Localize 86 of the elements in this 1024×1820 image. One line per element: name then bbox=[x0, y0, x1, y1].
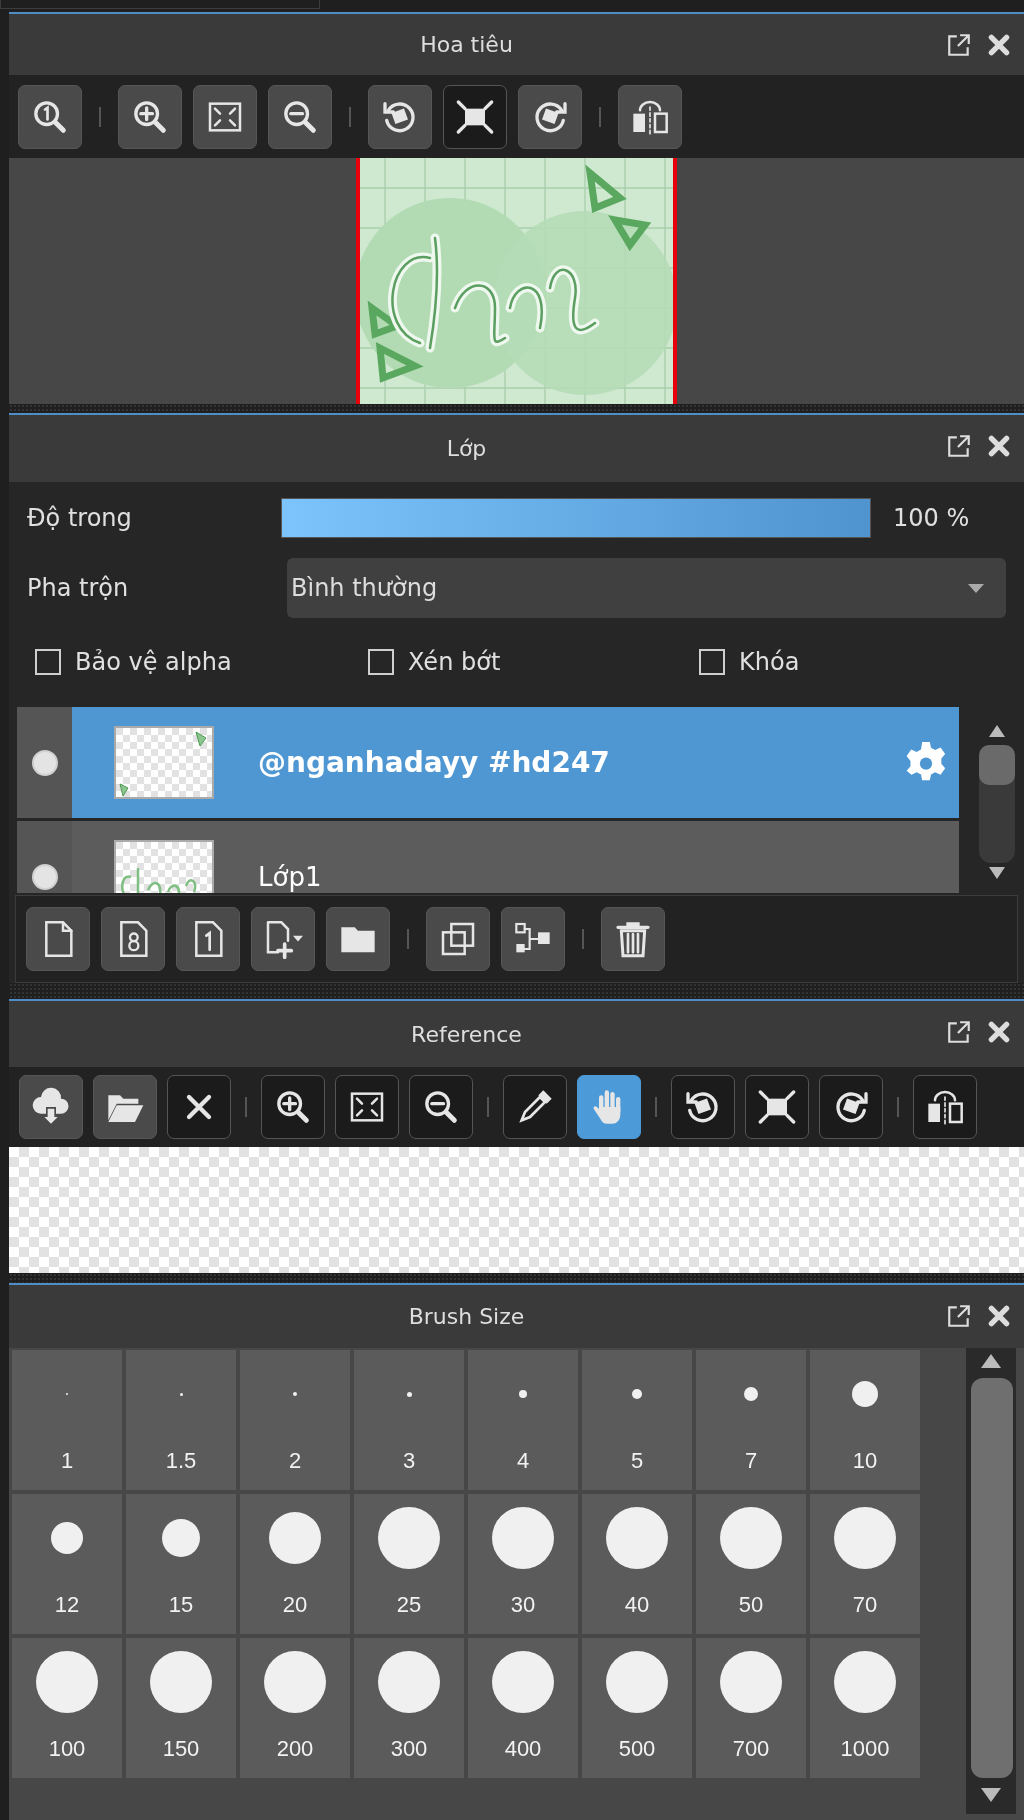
hand-button[interactable] bbox=[577, 1075, 641, 1139]
visibility-toggle[interactable] bbox=[31, 749, 58, 776]
brush-size-preset[interactable]: 300 bbox=[354, 1638, 464, 1778]
brush-size-preset[interactable]: 3 bbox=[354, 1350, 464, 1490]
zoom-actual-button[interactable] bbox=[18, 84, 82, 149]
merge-button[interactable] bbox=[501, 907, 565, 971]
add-menu-button[interactable] bbox=[251, 907, 315, 971]
delete-icon bbox=[613, 919, 653, 959]
dropdown-arrow-icon bbox=[966, 582, 986, 594]
blend-label: Pha trộn bbox=[27, 574, 130, 602]
close-icon[interactable] bbox=[986, 1019, 1012, 1045]
delete-button[interactable] bbox=[601, 907, 665, 971]
brush-size-preset[interactable]: 500 bbox=[582, 1638, 692, 1778]
layer-name: Lớp1 bbox=[258, 861, 323, 892]
brush-size-preset[interactable]: 25 bbox=[354, 1494, 464, 1634]
opacity-slider[interactable] bbox=[281, 498, 871, 538]
zoom-in-button[interactable] bbox=[261, 1075, 325, 1139]
brush-size-preset[interactable]: 10 bbox=[810, 1350, 920, 1490]
fit-button[interactable] bbox=[193, 84, 257, 149]
checkbox[interactable] bbox=[35, 649, 61, 675]
brush-size-preset[interactable]: 2 bbox=[240, 1350, 350, 1490]
flip-button[interactable] bbox=[913, 1075, 977, 1139]
brush-size-preset[interactable]: 5 bbox=[582, 1350, 692, 1490]
rotate-right-button[interactable] bbox=[518, 84, 582, 149]
close-icon[interactable] bbox=[986, 1303, 1012, 1329]
brush-size-preset[interactable]: 50 bbox=[696, 1494, 806, 1634]
brush-size-preset[interactable]: 1.5 bbox=[126, 1350, 236, 1490]
popout-icon[interactable] bbox=[946, 32, 972, 58]
layer-row[interactable]: Lớp1 bbox=[17, 821, 959, 893]
zoom-in-button[interactable] bbox=[118, 84, 182, 149]
new-layer-button[interactable] bbox=[26, 907, 90, 971]
folder-button[interactable] bbox=[326, 907, 390, 971]
fullscreen-button[interactable] bbox=[745, 1075, 809, 1139]
rotate-left-button[interactable] bbox=[671, 1075, 735, 1139]
checkbox[interactable] bbox=[368, 649, 394, 675]
brush-size-preset[interactable]: 700 bbox=[696, 1638, 806, 1778]
fullscreen-button[interactable] bbox=[443, 84, 507, 149]
brush-size-preset[interactable]: 40 bbox=[582, 1494, 692, 1634]
checkbox-label: Khóa bbox=[739, 648, 800, 676]
zoom-out-button[interactable] bbox=[268, 84, 332, 149]
duplicate-button[interactable] bbox=[426, 907, 490, 971]
brush-size-preset[interactable]: 200 bbox=[240, 1638, 350, 1778]
popout-icon[interactable] bbox=[946, 1019, 972, 1045]
visibility-toggle[interactable] bbox=[31, 863, 58, 890]
layer-name: @nganhadayy #hd247 bbox=[258, 746, 611, 779]
opacity-value: 100 % bbox=[893, 504, 970, 532]
checkbox-label: Xén bớt bbox=[408, 648, 501, 676]
close-button[interactable] bbox=[167, 1075, 231, 1139]
fit-button[interactable] bbox=[335, 1075, 399, 1139]
new-8bit-button[interactable] bbox=[101, 907, 165, 971]
fullscreen-icon bbox=[757, 1087, 797, 1127]
brush-size-preset[interactable]: 12 bbox=[12, 1494, 122, 1634]
new-1bit-button[interactable] bbox=[176, 907, 240, 971]
brush-size-preset[interactable]: 100 bbox=[12, 1638, 122, 1778]
flip-button[interactable] bbox=[618, 84, 682, 149]
brush-size-preset[interactable]: 30 bbox=[468, 1494, 578, 1634]
open-button[interactable] bbox=[93, 1075, 157, 1139]
brush-size-preset[interactable]: 4 bbox=[468, 1350, 578, 1490]
blend-dropdown[interactable]: Bình thường bbox=[287, 558, 1006, 618]
close-icon[interactable] bbox=[986, 433, 1012, 459]
import-button[interactable] bbox=[19, 1075, 83, 1139]
opacity-label: Độ trong bbox=[27, 504, 133, 532]
rotate-right-button[interactable] bbox=[819, 1075, 883, 1139]
brush-size-preset[interactable]: 400 bbox=[468, 1638, 578, 1778]
brush-size-preset[interactable]: 1000 bbox=[810, 1638, 920, 1778]
import-icon bbox=[31, 1087, 71, 1127]
brush-size-preset[interactable]: 1 bbox=[12, 1350, 122, 1490]
eyedropper-button[interactable] bbox=[503, 1075, 567, 1139]
rotate-left-button[interactable] bbox=[368, 84, 432, 149]
checkbox[interactable] bbox=[699, 649, 725, 675]
brush-size-preset[interactable]: 20 bbox=[240, 1494, 350, 1634]
brush-size-preset[interactable]: 150 bbox=[126, 1638, 236, 1778]
layer-row[interactable]: @nganhadayy #hd247 bbox=[17, 707, 959, 818]
brush-size-preset[interactable]: 7 bbox=[696, 1350, 806, 1490]
popout-icon[interactable] bbox=[946, 433, 972, 459]
panel-title: Brush Size bbox=[408, 1304, 525, 1329]
brush-size-preset[interactable]: 15 bbox=[126, 1494, 236, 1634]
zoom-out-button[interactable] bbox=[409, 1075, 473, 1139]
close-icon[interactable] bbox=[986, 32, 1012, 58]
brush-size-preset[interactable]: 70 bbox=[810, 1494, 920, 1634]
popout-icon[interactable] bbox=[946, 1303, 972, 1329]
scrollbar[interactable] bbox=[966, 1348, 1016, 1814]
panel-title: Lớp bbox=[446, 436, 487, 461]
panel-title: Reference bbox=[411, 1021, 522, 1047]
panel-title: Hoa tiêu bbox=[420, 32, 513, 57]
checkbox-label: Bảo vệ alpha bbox=[75, 648, 232, 676]
